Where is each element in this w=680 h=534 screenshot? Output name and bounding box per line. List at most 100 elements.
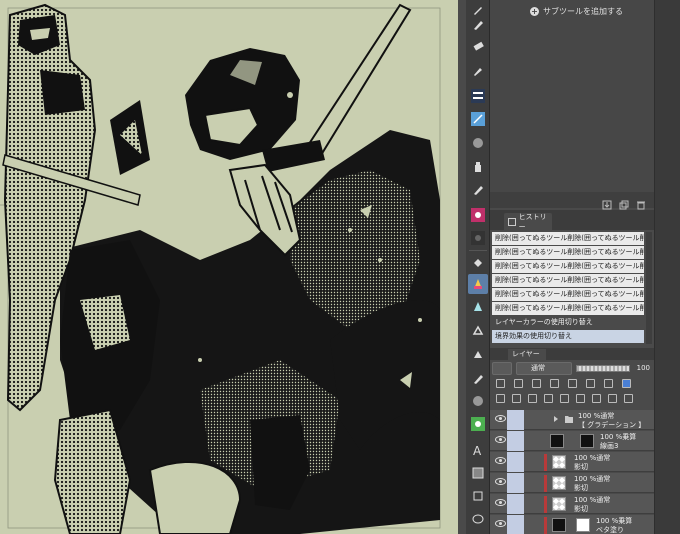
history-entry[interactable]: 削除(囲ってぬるツール削除(囲ってぬるツール削除(囲ってぬるツール削除(囲	[492, 274, 644, 287]
lock-transparent-icon[interactable]	[496, 379, 505, 388]
layer-action-row	[492, 393, 652, 407]
layer-property-button[interactable]	[492, 362, 512, 375]
merge-down-icon[interactable]	[544, 394, 553, 403]
dark-brush-icon[interactable]	[468, 228, 488, 248]
blend-tool-icon[interactable]	[468, 391, 488, 411]
ink-bottle-icon[interactable]	[468, 157, 488, 177]
fill-tool-icon[interactable]	[468, 296, 488, 316]
layer-thumbnail	[552, 518, 566, 532]
green-tool-icon[interactable]	[468, 414, 488, 434]
balloon-tool-icon[interactable]	[468, 510, 488, 530]
fill-bucket-icon[interactable]	[468, 253, 488, 273]
layer-row[interactable]: 100 %通常 【 グラデーション 】	[490, 410, 654, 430]
clip-icon[interactable]	[514, 379, 523, 388]
reference-icon[interactable]	[532, 379, 541, 388]
copy-layer-icon[interactable]	[560, 394, 569, 403]
layer-row[interactable]: 100 %通常 影切	[490, 473, 654, 493]
layer-row[interactable]: 100 %乗算 ベタ塗り	[490, 515, 654, 534]
history-tabbar: ヒストリー	[490, 210, 654, 231]
history-panel: ヒストリー 削除(囲ってぬるツール削除(囲ってぬるツール削除(囲ってぬるツール削…	[490, 210, 654, 348]
dropper-tool-icon[interactable]	[468, 60, 488, 80]
opacity-value[interactable]: 100	[633, 362, 650, 375]
layer-row[interactable]: 100 %乗算 線画3	[490, 431, 654, 451]
texture-brush-icon[interactable]	[468, 133, 488, 153]
copy-icon[interactable]	[619, 195, 629, 210]
apply-mask-icon[interactable]	[592, 394, 601, 403]
blend-mode-select[interactable]: 通常	[516, 362, 572, 375]
eye-icon[interactable]	[495, 478, 506, 485]
subtool-set-icon[interactable]	[468, 86, 488, 106]
history-icon	[508, 217, 516, 226]
layer-side-bar	[507, 494, 524, 514]
canvas-scrollbar[interactable]	[458, 0, 466, 534]
new-folder-icon[interactable]	[528, 394, 537, 403]
layer-thumbnail	[552, 476, 566, 490]
opacity-slider[interactable]	[576, 365, 630, 372]
ruler-link-icon[interactable]	[604, 379, 613, 388]
mask-add-icon[interactable]	[576, 394, 585, 403]
history-scrollbar[interactable]	[646, 232, 652, 344]
gradient-tool-icon[interactable]	[468, 274, 488, 294]
history-entry[interactable]: 削除(囲ってぬるツール削除(囲ってぬるツール削除(囲ってぬるツール削除(囲	[492, 288, 644, 301]
mask-toggle-icon[interactable]	[608, 394, 617, 403]
layer-name: 影切	[574, 505, 588, 513]
ruler-tool-icon[interactable]	[468, 486, 488, 506]
history-entry[interactable]: 削除(囲ってぬるツール削除(囲ってぬるツール削除(囲ってぬるツール削除(囲	[492, 246, 644, 259]
pencil-tool-icon[interactable]	[468, 14, 488, 34]
folder-icon	[565, 416, 573, 423]
layer-side-bar	[507, 431, 524, 451]
layer-side-bar	[507, 473, 524, 493]
history-list[interactable]: 削除(囲ってぬるツール削除(囲ってぬるツール削除(囲ってぬるツール削除(囲 削除…	[492, 232, 644, 344]
layer-color-mark	[544, 496, 547, 513]
add-subtool-button[interactable]: + サブツールを追加する	[530, 4, 623, 18]
layer-color-mark	[544, 454, 547, 471]
frame-tool-icon[interactable]	[468, 463, 488, 483]
history-entry-current[interactable]: 境界効果の使用切り替え	[492, 330, 644, 343]
tab-layer[interactable]: レイヤー	[508, 349, 546, 360]
mask-icon[interactable]	[586, 379, 595, 388]
lasso-fill-icon[interactable]	[468, 320, 488, 340]
eye-icon[interactable]	[495, 520, 506, 527]
eye-icon[interactable]	[495, 499, 506, 506]
history-entry[interactable]: 削除(囲ってぬるツール削除(囲ってぬるツール削除(囲ってぬるツール削除(囲	[492, 302, 644, 315]
draft-icon[interactable]	[550, 379, 559, 388]
layer-color-mark	[544, 517, 547, 534]
download-icon[interactable]	[602, 195, 612, 210]
text-tool-icon[interactable]: A	[468, 440, 488, 460]
history-entry[interactable]: 削除(囲ってぬるツール削除(囲ってぬるツール削除(囲ってぬるツール削除(囲	[492, 232, 644, 245]
history-entry[interactable]: 削除(囲ってぬるツール削除(囲ってぬるツール削除(囲ってぬるツール削除(囲	[492, 260, 644, 273]
panel-scrollbar[interactable]	[654, 0, 680, 534]
layer-row[interactable]: 100 %通常 影切	[490, 452, 654, 472]
history-tab-label: ヒストリー	[518, 212, 547, 231]
eraser-small-icon[interactable]	[468, 368, 488, 388]
eraser-tool-icon[interactable]	[468, 36, 488, 56]
subtool-panel: + サブツールを追加する	[490, 0, 654, 210]
layer-row[interactable]: 100 %通常 影切	[490, 494, 654, 514]
new-raster-layer-icon[interactable]	[496, 394, 505, 403]
trash-icon[interactable]	[636, 195, 646, 210]
side-panel: + サブツールを追加する ヒストリー 削除(囲ってぬるツール削除(囲ってぬるツー…	[490, 0, 654, 534]
subtool-footer	[490, 192, 654, 210]
add-subtool-label: サブツールを追加する	[543, 6, 623, 16]
plus-icon: +	[530, 6, 539, 16]
lasso-erase-icon[interactable]	[468, 344, 488, 364]
delete-layer-icon[interactable]	[624, 394, 633, 403]
layer-color-icon[interactable]	[622, 379, 631, 388]
new-vector-layer-icon[interactable]	[512, 394, 521, 403]
water-tool-icon[interactable]	[468, 109, 488, 129]
pattern-brush-icon[interactable]	[468, 205, 488, 225]
marker-tool-icon[interactable]	[468, 179, 488, 199]
tool-palette: A	[466, 0, 490, 534]
canvas[interactable]	[0, 0, 458, 534]
layer-name: ベタ塗り	[596, 526, 624, 534]
expand-arrow-icon[interactable]	[552, 415, 560, 423]
layer-name: 線画3	[600, 442, 619, 450]
tab-history[interactable]: ヒストリー	[504, 212, 552, 231]
layer-tabbar: レイヤー	[490, 348, 654, 360]
eye-icon[interactable]	[495, 457, 506, 464]
lock-icon[interactable]	[568, 379, 577, 388]
history-entry[interactable]: レイヤーカラーの使用切り替え	[492, 316, 644, 329]
layer-thumbnail	[550, 434, 564, 448]
eye-icon[interactable]	[495, 415, 506, 422]
eye-icon[interactable]	[495, 436, 506, 443]
